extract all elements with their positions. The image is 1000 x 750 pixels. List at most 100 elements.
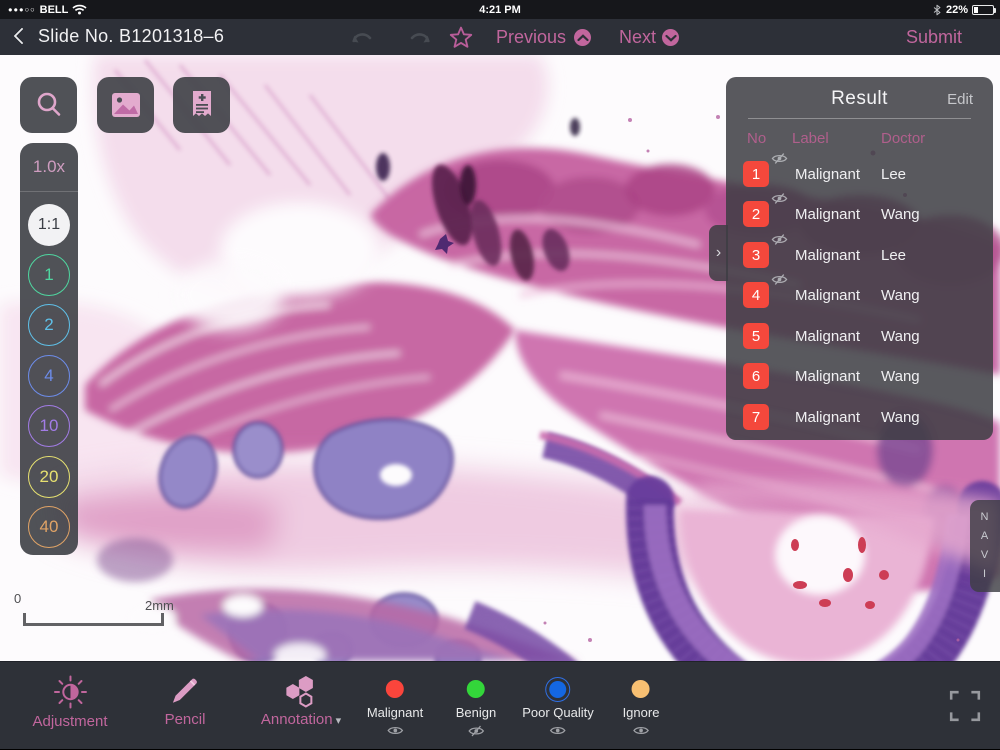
poor-quality-label: Poor Quality bbox=[522, 705, 594, 720]
eye-slash-icon[interactable] bbox=[771, 192, 788, 205]
zoom-level-20x[interactable]: 20 bbox=[28, 456, 70, 498]
undo-icon[interactable] bbox=[348, 25, 376, 49]
bottom-toolbar: Adjustment Pencil Annotation▾ Malignant bbox=[0, 661, 1000, 749]
title-bar: Slide No. B1201318–6 Previous Next Submi… bbox=[0, 19, 1000, 55]
star-icon[interactable] bbox=[448, 26, 474, 50]
column-header-doctor: Doctor bbox=[881, 130, 925, 147]
pencil-tool[interactable]: Pencil bbox=[165, 662, 206, 750]
row-label: Malignant bbox=[795, 287, 860, 304]
adjustment-tool[interactable]: Adjustment bbox=[32, 662, 107, 750]
zoom-level-1x[interactable]: 1 bbox=[28, 254, 70, 296]
row-label: Malignant bbox=[795, 247, 860, 264]
ignore-label: Ignore bbox=[623, 705, 660, 720]
clock: 4:21 PM bbox=[0, 4, 1000, 16]
selected-ring bbox=[545, 677, 570, 702]
annotation-number-badge[interactable]: 4 bbox=[743, 282, 769, 308]
redo-icon[interactable] bbox=[406, 25, 434, 49]
slide-viewer[interactable]: 1.0x 1:1 1 2 4 10 20 40 0 2mm Result Edi… bbox=[0, 55, 1000, 661]
zoom-level-1to1[interactable]: 1:1 bbox=[28, 204, 70, 246]
annotation-number-badge[interactable]: 3 bbox=[743, 242, 769, 268]
search-button[interactable] bbox=[20, 77, 77, 133]
annotation-shapes-icon bbox=[283, 674, 319, 708]
report-button[interactable] bbox=[173, 77, 230, 133]
fullscreen-button[interactable] bbox=[948, 689, 982, 728]
table-row[interactable]: 7 Malignant Wang bbox=[726, 397, 993, 437]
status-bar: ●●●○○ BELL 4:21 PM 22% bbox=[0, 0, 1000, 19]
annotation-number-badge[interactable]: 1 bbox=[743, 161, 769, 187]
zoom-level-2x[interactable]: 2 bbox=[28, 304, 70, 346]
annotation-number-badge[interactable]: 6 bbox=[743, 363, 769, 389]
row-label: Malignant bbox=[795, 409, 860, 426]
annotation-number-badge[interactable]: 7 bbox=[743, 404, 769, 430]
back-icon[interactable] bbox=[14, 28, 31, 45]
eye-icon[interactable] bbox=[387, 725, 404, 736]
table-row[interactable]: 6 Malignant Wang bbox=[726, 356, 993, 396]
ignore-color-dot[interactable] bbox=[632, 680, 650, 698]
battery-percent: 22% bbox=[946, 4, 968, 16]
eye-slash-icon[interactable] bbox=[467, 725, 484, 737]
row-label: Malignant bbox=[795, 206, 860, 223]
row-doctor: Wang bbox=[881, 287, 920, 304]
row-label: Malignant bbox=[795, 166, 860, 183]
chevron-right-icon: › bbox=[716, 244, 721, 262]
pencil-label: Pencil bbox=[165, 711, 206, 728]
row-doctor: Lee bbox=[881, 247, 906, 264]
eye-icon[interactable] bbox=[633, 725, 650, 736]
class-poor-quality[interactable]: Poor Quality bbox=[522, 662, 594, 750]
malignant-color-dot[interactable] bbox=[386, 680, 404, 698]
zoom-panel: 1.0x 1:1 1 2 4 10 20 40 bbox=[20, 143, 78, 555]
image-icon bbox=[111, 92, 141, 118]
zoom-level-40x[interactable]: 40 bbox=[28, 506, 70, 548]
eye-slash-icon[interactable] bbox=[771, 233, 788, 246]
table-row[interactable]: 3 Malignant Lee bbox=[726, 235, 993, 275]
poor-quality-color-dot[interactable] bbox=[549, 681, 566, 698]
edit-button[interactable]: Edit bbox=[947, 91, 973, 108]
navigator-label: NAVI bbox=[979, 508, 991, 584]
submit-button[interactable]: Submit bbox=[906, 27, 962, 48]
malignant-label: Malignant bbox=[367, 705, 423, 720]
next-expand-icon[interactable] bbox=[662, 29, 679, 46]
eye-icon[interactable] bbox=[549, 725, 566, 736]
row-doctor: Wang bbox=[881, 206, 920, 223]
previous-collapse-icon[interactable] bbox=[574, 29, 591, 46]
bluetooth-icon bbox=[932, 3, 942, 17]
class-ignore[interactable]: Ignore bbox=[623, 662, 660, 750]
benign-label: Benign bbox=[456, 705, 496, 720]
zoom-level-4x[interactable]: 4 bbox=[28, 355, 70, 397]
table-row[interactable]: 5 Malignant Wang bbox=[726, 316, 993, 356]
column-header-label: Label bbox=[792, 130, 829, 147]
next-button[interactable]: Next bbox=[619, 27, 656, 48]
eye-slash-icon[interactable] bbox=[771, 273, 788, 286]
zoom-level-10x[interactable]: 10 bbox=[28, 405, 70, 447]
scale-bar-end: 2mm bbox=[145, 598, 174, 613]
row-doctor: Wang bbox=[881, 409, 920, 426]
annotation-tool[interactable]: Annotation▾ bbox=[261, 662, 341, 750]
table-row[interactable]: 2 Malignant Wang bbox=[726, 194, 993, 234]
row-doctor: Wang bbox=[881, 368, 920, 385]
status-right: 22% bbox=[932, 0, 994, 19]
eye-slash-icon[interactable] bbox=[771, 152, 788, 165]
dropdown-caret-icon: ▾ bbox=[336, 715, 342, 727]
fullscreen-icon bbox=[948, 689, 982, 723]
row-doctor: Wang bbox=[881, 328, 920, 345]
row-label: Malignant bbox=[795, 328, 860, 345]
annotation-number-badge[interactable]: 5 bbox=[743, 323, 769, 349]
result-panel-collapse-tab[interactable]: › bbox=[709, 225, 728, 281]
table-row[interactable]: 4 Malignant Wang bbox=[726, 275, 993, 315]
thumbnail-button[interactable] bbox=[97, 77, 154, 133]
table-row[interactable]: 1 Malignant Lee bbox=[726, 154, 993, 194]
row-label: Malignant bbox=[795, 368, 860, 385]
annotation-number-badge[interactable]: 2 bbox=[743, 201, 769, 227]
navigator-tab[interactable]: NAVI bbox=[970, 500, 1000, 592]
search-icon bbox=[34, 90, 64, 120]
battery-icon bbox=[972, 5, 994, 15]
previous-button[interactable]: Previous bbox=[496, 27, 566, 48]
pencil-icon bbox=[168, 674, 202, 708]
benign-color-dot[interactable] bbox=[467, 680, 485, 698]
divider bbox=[748, 118, 971, 119]
class-malignant[interactable]: Malignant bbox=[367, 662, 423, 750]
scale-bar bbox=[23, 613, 164, 626]
class-benign[interactable]: Benign bbox=[456, 662, 496, 750]
report-icon bbox=[189, 90, 215, 120]
current-magnification: 1.0x bbox=[20, 157, 78, 177]
